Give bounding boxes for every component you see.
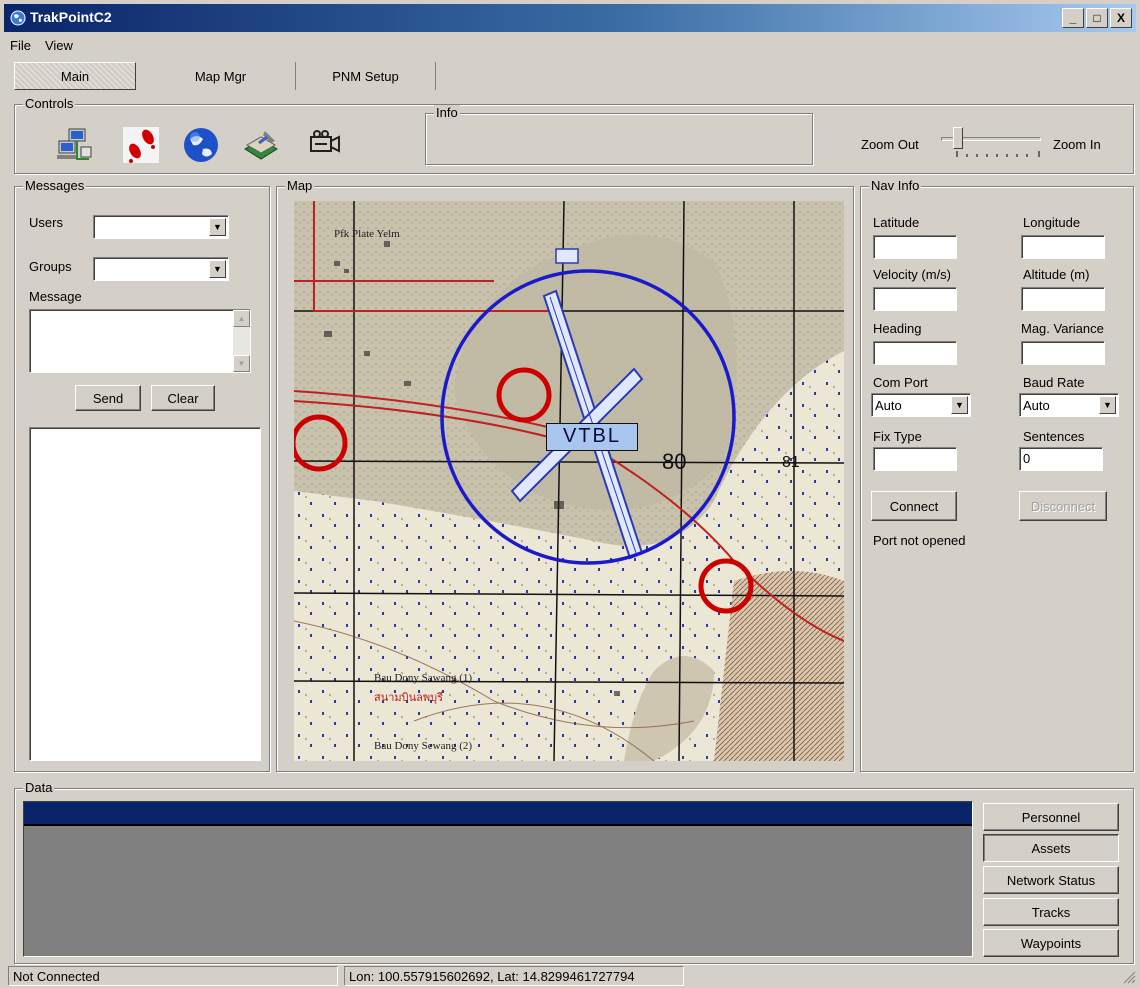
network-status-button[interactable]: Network Status — [983, 866, 1119, 894]
heading-field[interactable] — [873, 341, 957, 365]
longitude-field[interactable] — [1021, 235, 1105, 259]
topographic-map: Pfk Plate Yelm Bau Dony Sawang (1) Bau D… — [294, 201, 844, 761]
map-view[interactable]: Pfk Plate Yelm Bau Dony Sawang (1) Bau D… — [294, 201, 844, 761]
baud-rate-value: Auto — [1023, 398, 1050, 413]
message-textarea[interactable]: ▲ ▼ — [29, 309, 251, 373]
groups-label: Groups — [29, 259, 72, 274]
latitude-label: Latitude — [873, 215, 920, 230]
airport-label-vtbl[interactable]: VTBL — [546, 423, 638, 451]
velocity-field[interactable] — [873, 287, 957, 311]
com-port-dropdown-arrow-icon[interactable]: ▼ — [951, 396, 968, 414]
sentences-value: 0 — [1023, 451, 1031, 466]
assets-button[interactable]: Assets — [983, 834, 1119, 862]
svg-text:Bau Dony Sewang (2): Bau Dony Sewang (2) — [374, 740, 472, 752]
scroll-up-icon[interactable]: ▲ — [233, 310, 250, 327]
zoom-slider-ticks — [956, 151, 1040, 157]
fix-type-label: Fix Type — [873, 429, 922, 444]
port-status-text: Port not opened — [873, 533, 966, 548]
zoom-slider[interactable] — [935, 127, 1047, 161]
scroll-down-icon[interactable]: ▼ — [233, 355, 250, 372]
messages-legend: Messages — [23, 178, 87, 193]
title-bar[interactable]: TrakPointC2 _ □ X — [4, 4, 1136, 32]
maximize-button[interactable]: □ — [1086, 8, 1108, 28]
com-port-label: Com Port — [873, 375, 928, 390]
svg-text:Bau Dony Sawang (1): Bau Dony Sawang (1) — [374, 672, 472, 684]
nav-info-legend: Nav Info — [869, 178, 922, 193]
com-port-select[interactable]: Auto ▼ — [871, 393, 971, 417]
menu-view[interactable]: View — [45, 38, 73, 58]
users-dropdown-arrow-icon[interactable]: ▼ — [209, 218, 226, 236]
svg-text:สนามบินลพบุรี: สนามบินลพบุรี — [374, 691, 443, 704]
data-legend: Data — [23, 780, 55, 795]
send-button[interactable]: Send — [75, 385, 141, 411]
footprints-icon[interactable] — [121, 125, 161, 165]
network-computers-icon[interactable] — [55, 125, 95, 165]
map-legend: Map — [285, 178, 315, 193]
zoom-slider-thumb[interactable] — [953, 127, 963, 149]
zoom-out-label: Zoom Out — [861, 137, 919, 152]
info-legend: Info — [434, 105, 460, 120]
status-coordinates: Lon: 100.557915602692, Lat: 14.829946172… — [344, 966, 684, 986]
tab-strip: Main Map Mgr PNM Setup — [14, 62, 436, 92]
altitude-field[interactable] — [1021, 287, 1105, 311]
layers-tool-icon[interactable] — [241, 125, 281, 165]
mag-variance-field[interactable] — [1021, 341, 1105, 365]
latitude-field[interactable] — [873, 235, 957, 259]
globe-icon[interactable] — [181, 125, 221, 165]
window-title: TrakPointC2 — [30, 9, 112, 25]
disconnect-button[interactable]: Disconnect — [1019, 491, 1107, 521]
nav-info-group: Nav Info Latitude Longitude Velocity (m/… — [860, 178, 1134, 772]
messages-group: Messages Users ▼ Groups ▼ Message ▲ ▼ Se… — [14, 178, 270, 772]
controls-legend: Controls — [23, 96, 76, 111]
minimize-button[interactable]: _ — [1062, 8, 1084, 28]
groups-select[interactable]: ▼ — [93, 257, 229, 281]
data-grid[interactable] — [23, 801, 973, 957]
altitude-label: Altitude (m) — [1023, 267, 1090, 282]
tracks-button[interactable]: Tracks — [983, 898, 1119, 926]
messages-list[interactable] — [29, 427, 261, 761]
heading-label: Heading — [873, 321, 922, 336]
users-label: Users — [29, 215, 63, 230]
sentences-field[interactable]: 0 — [1019, 447, 1103, 471]
resize-grip-icon[interactable] — [1122, 970, 1136, 984]
tab-pnm-setup[interactable]: PNM Setup — [296, 62, 436, 90]
menu-bar: File View — [4, 38, 73, 58]
message-label: Message — [29, 289, 82, 304]
app-globe-icon — [10, 10, 26, 26]
close-button[interactable]: X — [1110, 8, 1132, 28]
main-window: TrakPointC2 _ □ X File View Main Map Mgr… — [0, 0, 1140, 988]
groups-dropdown-arrow-icon[interactable]: ▼ — [209, 260, 226, 278]
mag-variance-label: Mag. Variance — [1021, 321, 1104, 336]
status-connection: Not Connected — [8, 966, 338, 986]
svg-text:Pfk Plate Yelm: Pfk Plate Yelm — [334, 228, 400, 240]
baud-rate-dropdown-arrow-icon[interactable]: ▼ — [1099, 396, 1116, 414]
video-camera-icon[interactable] — [305, 125, 345, 165]
baud-rate-label: Baud Rate — [1023, 375, 1085, 390]
menu-file[interactable]: File — [10, 38, 31, 58]
velocity-label: Velocity (m/s) — [873, 267, 952, 282]
connect-button[interactable]: Connect — [871, 491, 957, 521]
clear-button[interactable]: Clear — [151, 385, 215, 411]
sentences-label: Sentences — [1023, 429, 1085, 444]
tab-map-mgr[interactable]: Map Mgr — [146, 62, 296, 90]
info-group: Info — [425, 105, 813, 165]
grid-number-81: 81 — [782, 454, 800, 471]
controls-group: Controls Info Zoom Out Zoom In — [14, 96, 1134, 174]
tab-main[interactable]: Main — [14, 62, 136, 90]
message-scrollbar[interactable]: ▲ ▼ — [233, 310, 250, 372]
com-port-value: Auto — [875, 398, 902, 413]
users-select[interactable]: ▼ — [93, 215, 229, 239]
grid-number-80: 80 — [662, 449, 686, 474]
zoom-in-label: Zoom In — [1053, 137, 1101, 152]
waypoints-button[interactable]: Waypoints — [983, 929, 1119, 957]
fix-type-field[interactable] — [873, 447, 957, 471]
personnel-button[interactable]: Personnel — [983, 803, 1119, 831]
data-grid-header — [24, 802, 972, 826]
data-group: Data Personnel Assets Network Status Tra… — [14, 780, 1134, 964]
longitude-label: Longitude — [1023, 215, 1081, 230]
baud-rate-select[interactable]: Auto ▼ — [1019, 393, 1119, 417]
